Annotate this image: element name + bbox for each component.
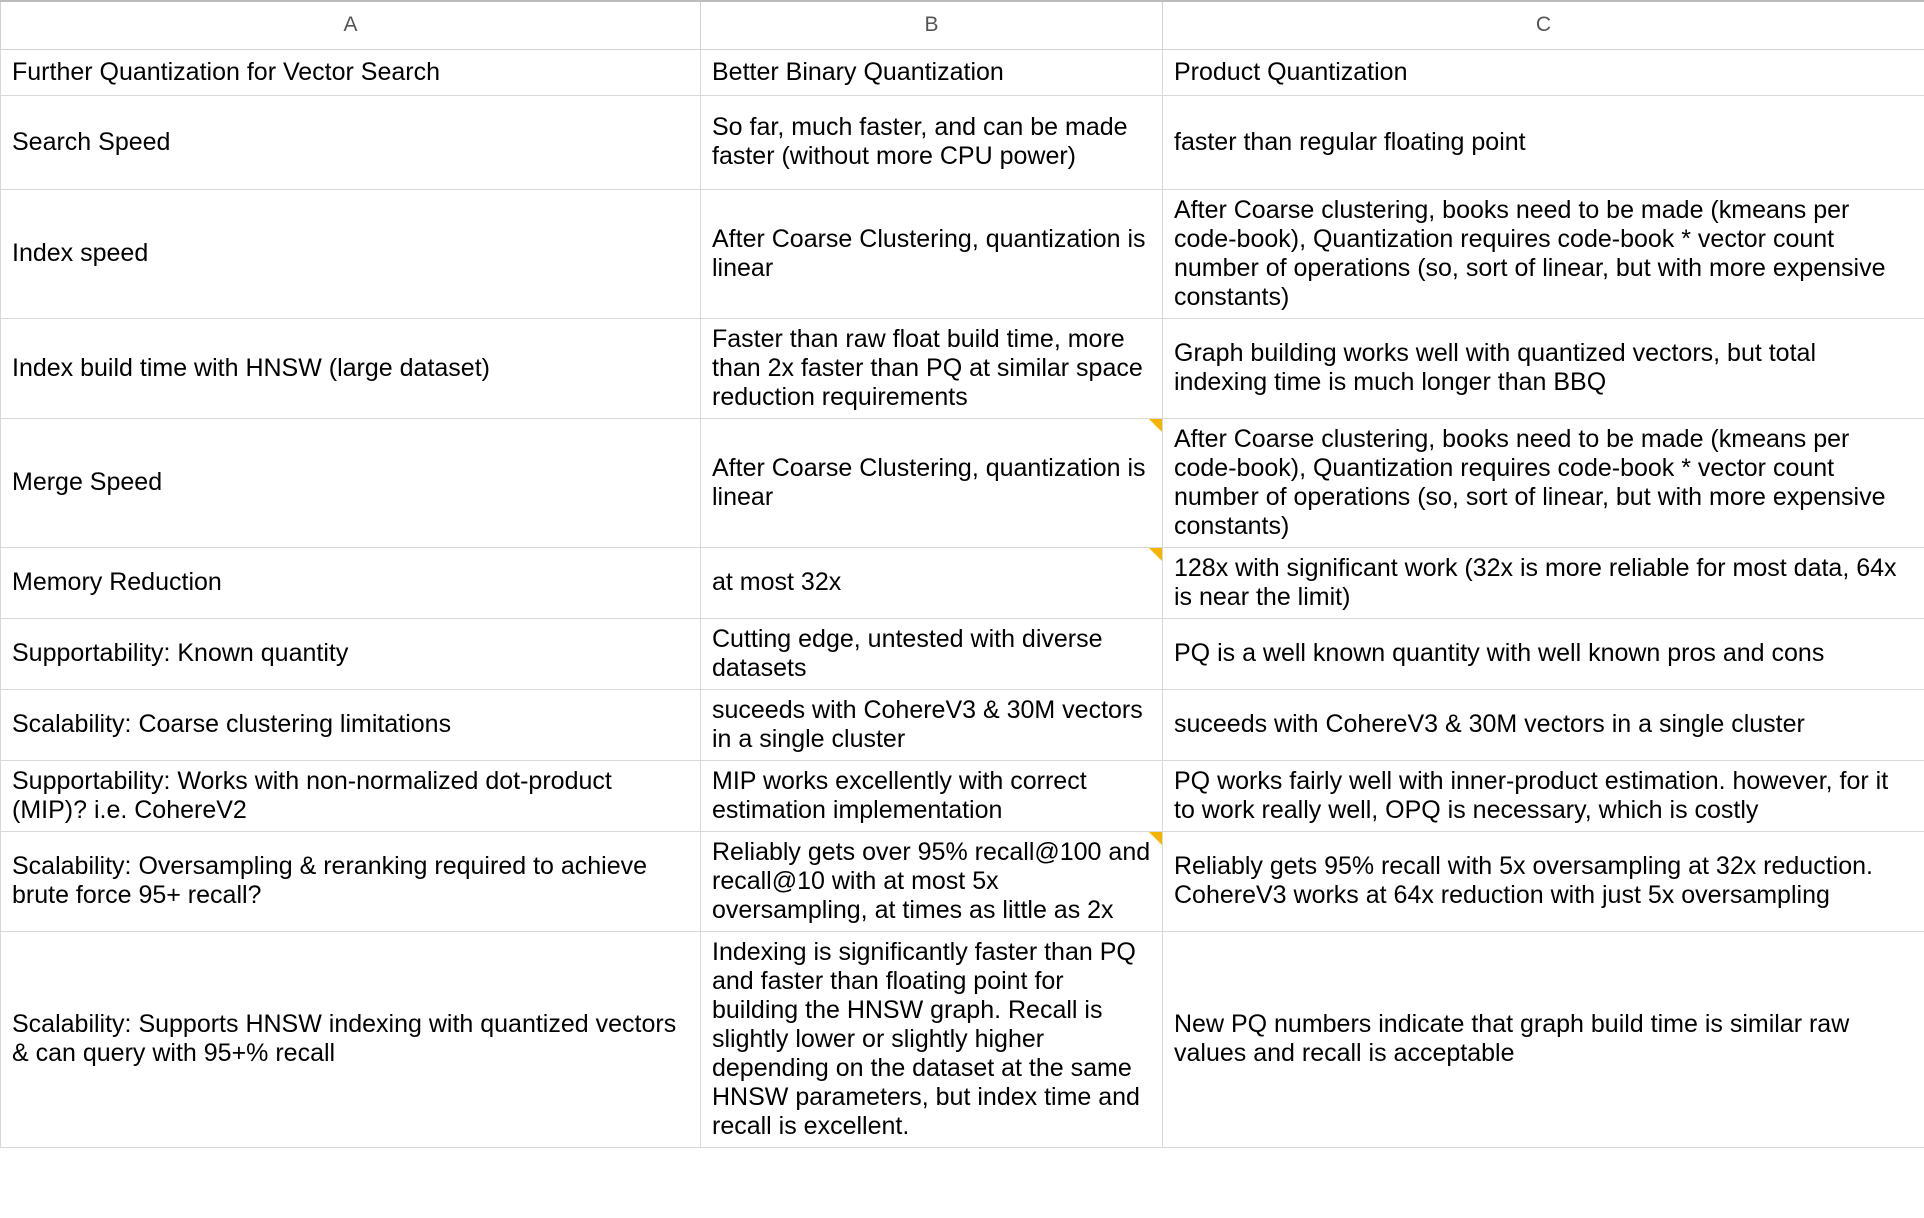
table-row: Supportability: Works with non-normalize… (0, 759, 1924, 832)
table-row: Merge Speed After Coarse Clustering, qua… (0, 417, 1924, 548)
table-row: Scalability: Oversampling & reranking re… (0, 830, 1924, 932)
table-row: Supportability: Known quantity Cutting e… (0, 617, 1924, 690)
cell-a9[interactable]: Supportability: Works with non-normalize… (0, 759, 701, 832)
cell-b1[interactable]: Better Binary Quantization (700, 48, 1163, 96)
column-header-c[interactable]: C (1162, 0, 1924, 50)
cell-a3[interactable]: Index speed (0, 188, 701, 319)
cell-a4[interactable]: Index build time with HNSW (large datase… (0, 317, 701, 419)
column-header-row: A B C (0, 0, 1924, 50)
cell-b2[interactable]: So far, much faster, and can be made fas… (700, 94, 1163, 190)
cell-c11[interactable]: New PQ numbers indicate that graph build… (1162, 930, 1924, 1148)
cell-c8[interactable]: suceeds with CohereV3 & 30M vectors in a… (1162, 688, 1924, 761)
cell-a1[interactable]: Further Quantization for Vector Search (0, 48, 701, 96)
comparison-table: A B C Further Quantization for Vector Se… (0, 0, 1924, 1148)
cell-b10-text: Reliably gets over 95% recall@100 and re… (712, 837, 1151, 924)
cell-c7[interactable]: PQ is a well known quantity with well kn… (1162, 617, 1924, 690)
cell-a6[interactable]: Memory Reduction (0, 546, 701, 619)
table-row: Scalability: Coarse clustering limitatio… (0, 688, 1924, 761)
cell-b10[interactable]: Reliably gets over 95% recall@100 and re… (700, 830, 1163, 932)
spreadsheet-root: A B C Further Quantization for Vector Se… (0, 0, 1924, 1218)
table-row: Search Speed So far, much faster, and ca… (0, 94, 1924, 190)
cell-a2[interactable]: Search Speed (0, 94, 701, 190)
table-body: Further Quantization for Vector Search B… (0, 48, 1924, 1148)
cell-b7[interactable]: Cutting edge, untested with diverse data… (700, 617, 1163, 690)
cell-b11[interactable]: Indexing is significantly faster than PQ… (700, 930, 1163, 1148)
cell-b9[interactable]: MIP works excellently with correct estim… (700, 759, 1163, 832)
cell-c5[interactable]: After Coarse clustering, books need to b… (1162, 417, 1924, 548)
table-row: Scalability: Supports HNSW indexing with… (0, 930, 1924, 1148)
cell-b6-text: at most 32x (712, 568, 842, 596)
table-row: Memory Reduction at most 32x 128x with s… (0, 546, 1924, 619)
cell-a5[interactable]: Merge Speed (0, 417, 701, 548)
cell-a11[interactable]: Scalability: Supports HNSW indexing with… (0, 930, 701, 1148)
cell-c6[interactable]: 128x with significant work (32x is more … (1162, 546, 1924, 619)
cell-b5[interactable]: After Coarse Clustering, quantization is… (700, 417, 1163, 548)
cell-a10[interactable]: Scalability: Oversampling & reranking re… (0, 830, 701, 932)
cell-a7[interactable]: Supportability: Known quantity (0, 617, 701, 690)
cell-c10[interactable]: Reliably gets 95% recall with 5x oversam… (1162, 830, 1924, 932)
cell-b8[interactable]: suceeds with CohereV3 & 30M vectors in a… (700, 688, 1163, 761)
cell-b6[interactable]: at most 32x (700, 546, 1163, 619)
table-row-header: Further Quantization for Vector Search B… (0, 48, 1924, 96)
cell-b3[interactable]: After Coarse Clustering, quantization is… (700, 188, 1163, 319)
cell-c9[interactable]: PQ works fairly well with inner-product … (1162, 759, 1924, 832)
column-header-b[interactable]: B (700, 0, 1163, 50)
comment-marker-icon[interactable] (1149, 418, 1162, 432)
comment-marker-icon[interactable] (1149, 547, 1162, 561)
table-row: Index build time with HNSW (large datase… (0, 317, 1924, 419)
cell-c4[interactable]: Graph building works well with quantized… (1162, 317, 1924, 419)
cell-a8[interactable]: Scalability: Coarse clustering limitatio… (0, 688, 701, 761)
comment-marker-icon[interactable] (1149, 831, 1162, 845)
cell-c2[interactable]: faster than regular floating point (1162, 94, 1924, 190)
cell-b5-text: After Coarse Clustering, quantization is… (712, 453, 1146, 511)
cell-b4[interactable]: Faster than raw float build time, more t… (700, 317, 1163, 419)
cell-c3[interactable]: After Coarse clustering, books need to b… (1162, 188, 1924, 319)
column-header-a[interactable]: A (0, 0, 701, 50)
cell-c1[interactable]: Product Quantization (1162, 48, 1924, 96)
table-row: Index speed After Coarse Clustering, qua… (0, 188, 1924, 319)
